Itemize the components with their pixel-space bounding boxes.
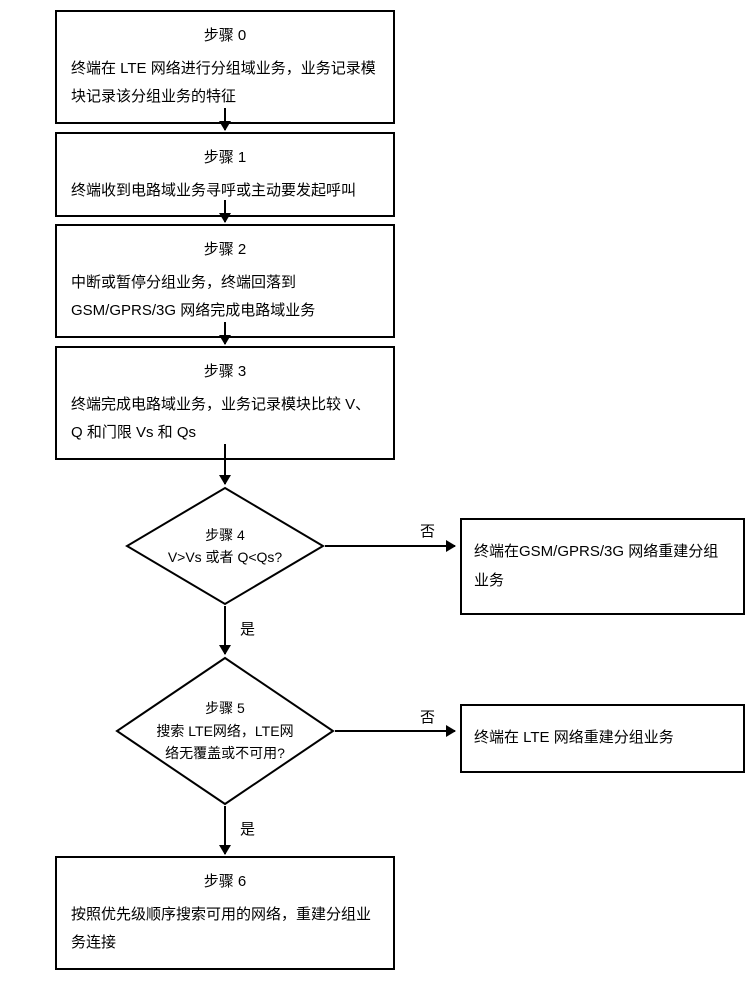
step5-title: 步骤 5 [205,697,245,719]
step5-no-box: 终端在 LTE 网络重建分组业务 [460,704,745,773]
step4-diamond: 步骤 4 V>Vs 或者 Q<Qs? [125,486,325,606]
step0-box: 步骤 0 终端在 LTE 网络进行分组域业务，业务记录模块记录该分组业务的特征 [55,10,395,124]
step3-box: 步骤 3 终端完成电路域业务，业务记录模块比较 V、Q 和门限 Vs 和 Qs [55,346,395,460]
step4-text: V>Vs 或者 Q<Qs? [168,546,282,568]
step3-title: 步骤 3 [71,358,379,387]
step2-box: 步骤 2 中断或暂停分组业务，终端回落到GSM/GPRS/3G 网络完成电路域业… [55,224,395,338]
arrow-4-5 [224,606,226,654]
arrow-0-1 [224,108,226,130]
step5-line2: 络无覆盖或不可用? [165,742,285,764]
step4-title: 步骤 4 [205,524,245,546]
step2-title: 步骤 2 [71,236,379,265]
arrow-3-4 [224,444,226,484]
arrow-5-6 [224,806,226,854]
arrow-4-no [325,545,455,547]
label-no-4: 否 [420,520,435,541]
arrow-1-2 [224,200,226,222]
step0-title: 步骤 0 [71,22,379,51]
step5-diamond: 步骤 5 搜索 LTE网络，LTE网 络无覆盖或不可用? [115,656,335,806]
step1-title: 步骤 1 [71,144,379,173]
arrow-5-no [335,730,455,732]
step2-text: 中断或暂停分组业务，终端回落到GSM/GPRS/3G 网络完成电路域业务 [71,269,379,326]
label-no-5: 否 [420,706,435,727]
step5-line1: 搜索 LTE网络，LTE网 [156,720,293,742]
step5-no-text: 终端在 LTE 网络重建分组业务 [474,724,731,753]
arrow-2-3 [224,322,226,344]
step6-text: 按照优先级顺序搜索可用的网络，重建分组业务连接 [71,901,379,958]
step6-title: 步骤 6 [71,868,379,897]
label-yes-5: 是 [240,818,255,839]
step4-no-box: 终端在GSM/GPRS/3G 网络重建分组业务 [460,518,745,615]
step3-text: 终端完成电路域业务，业务记录模块比较 V、Q 和门限 Vs 和 Qs [71,391,379,448]
label-yes-4: 是 [240,618,255,639]
step6-box: 步骤 6 按照优先级顺序搜索可用的网络，重建分组业务连接 [55,856,395,970]
step0-text: 终端在 LTE 网络进行分组域业务，业务记录模块记录该分组业务的特征 [71,55,379,112]
step4-no-text: 终端在GSM/GPRS/3G 网络重建分组业务 [474,538,731,595]
